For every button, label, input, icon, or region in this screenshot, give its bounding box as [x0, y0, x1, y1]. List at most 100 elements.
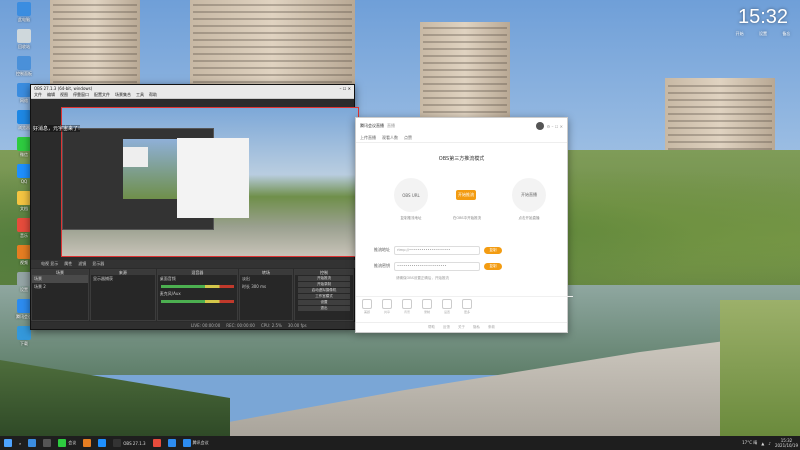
search-button[interactable]: ⌕: [17, 438, 23, 448]
copy-button[interactable]: 复制: [484, 262, 502, 270]
scene-item[interactable]: 场景: [32, 275, 88, 283]
app-icon: [17, 164, 31, 178]
sub-item: 点赞: [404, 135, 412, 140]
app-icon: [17, 191, 31, 205]
app-tab[interactable]: 直播: [387, 123, 395, 129]
step-label: 开始推流: [458, 192, 474, 197]
menu-item[interactable]: 场景集合: [115, 92, 131, 98]
taskbar-label: 会议: [68, 440, 77, 445]
field-label: 推流密钥: [374, 263, 390, 268]
app-icon: [17, 218, 31, 232]
toolbar-item[interactable]: 属性: [64, 261, 72, 267]
app-icon: [17, 326, 31, 340]
desktop-icon-label: 控制面板: [16, 71, 32, 76]
clock-action[interactable]: 设置: [759, 31, 767, 37]
taskbar: ⌕ 会议 OBS 27.1.3 腾讯会议 17°C 晴 ▲ ♪ 15:32 2021…: [0, 436, 800, 450]
desktop-icon[interactable]: 此电脑: [2, 2, 46, 26]
obs-titlebar[interactable]: OBS 27.1.3 (64-bit, windows) – ☐ ✕: [31, 85, 354, 92]
app-icon: [17, 299, 31, 313]
toolbar-button[interactable]: 录制: [422, 299, 432, 314]
window-controls[interactable]: – ☐ ✕: [340, 86, 351, 91]
desktop-clock-widget: 15:32 开始 设置 备忘: [728, 6, 798, 37]
start-button[interactable]: [2, 438, 14, 448]
toolbar-button[interactable]: 背景: [402, 299, 412, 314]
network-icon[interactable]: ▲: [761, 441, 764, 446]
toolbar-item[interactable]: 电视 显示: [41, 261, 58, 267]
taskbar-item[interactable]: [81, 438, 93, 448]
app-icon: [98, 439, 107, 447]
audio-meter[interactable]: [160, 285, 234, 288]
stream-url-field[interactable]: rtmp://••••••••••••••••••••: [394, 245, 480, 255]
control-button[interactable]: 开始推流: [298, 276, 350, 281]
menu-item[interactable]: 帮助: [149, 92, 157, 98]
taskbar-item[interactable]: [96, 438, 108, 448]
toolbar-button[interactable]: 共享: [382, 299, 392, 314]
system-tray: 17°C 晴 ▲ ♪ 15:32 2021/10/19: [742, 436, 798, 450]
toolbar-button[interactable]: 更多: [462, 299, 472, 314]
desktop-icon-label: 下载: [20, 341, 28, 346]
step-active[interactable]: 开始推流: [456, 190, 476, 200]
mixer-dock: 混音器 桌面音频 麦克风/Aux: [156, 269, 238, 321]
footer-link[interactable]: 条款: [488, 325, 495, 330]
taskbar-item[interactable]: 会议: [56, 438, 78, 448]
volume-icon[interactable]: ♪: [768, 441, 771, 446]
step-caption: 点击开始直播: [518, 216, 540, 220]
toolbar-button[interactable]: 美颜: [362, 299, 372, 314]
control-button[interactable]: 退出: [298, 306, 350, 311]
copy-button[interactable]: 复制: [484, 246, 502, 254]
menu-item[interactable]: 配置文件: [94, 92, 110, 98]
tray-clock[interactable]: 15:32 2021/10/19: [775, 438, 798, 448]
menu-item[interactable]: 停靠窗口: [73, 92, 89, 98]
app-icon: [182, 439, 191, 447]
audio-meter[interactable]: [160, 300, 234, 303]
stream-key-field[interactable]: ••••••••••••••••••••••••: [394, 261, 480, 271]
control-button[interactable]: 启动虚拟摄像机: [298, 288, 350, 293]
app-icon: [17, 2, 31, 16]
footer-link[interactable]: 反馈: [443, 325, 450, 330]
window-controls[interactable]: ⚙ – ☐ ✕: [547, 124, 563, 129]
taskbar-item[interactable]: OBS 27.1.3: [111, 438, 147, 448]
transition-duration[interactable]: 时长 300 ms: [240, 283, 292, 291]
menu-item[interactable]: 视图: [60, 92, 68, 98]
menu-item[interactable]: 文件: [34, 92, 42, 98]
scene-item[interactable]: 场景 2: [32, 283, 88, 291]
desktop-icon[interactable]: 控制面板: [2, 56, 46, 80]
taskbar-item[interactable]: 腾讯会议: [181, 438, 211, 448]
taskbar-item[interactable]: [41, 438, 53, 448]
step-caption: 复制推流地址: [400, 216, 422, 220]
control-button[interactable]: 工作室模式: [298, 294, 350, 299]
footer-link[interactable]: 关于: [458, 325, 465, 330]
clock-action[interactable]: 备忘: [782, 31, 790, 37]
weather[interactable]: 17°C 晴: [742, 440, 757, 446]
clock-action[interactable]: 开始: [736, 31, 744, 37]
transition-select[interactable]: 淡出: [240, 275, 292, 283]
footer-link[interactable]: 隐私: [473, 325, 480, 330]
taskbar-item[interactable]: [151, 438, 163, 448]
status-item: 30.00 fps: [287, 323, 307, 328]
source-item[interactable]: 显示器捕获: [91, 275, 155, 283]
menu-item[interactable]: 工具: [136, 92, 144, 98]
desktop-icon-label: 网络: [20, 98, 28, 103]
footer-link[interactable]: 帮助: [428, 325, 435, 330]
app-icon: [58, 439, 67, 447]
toolbar-icon: [422, 299, 432, 309]
desktop-icon-label: 回收站: [18, 44, 30, 49]
avatar[interactable]: [535, 122, 544, 130]
toolbar-label: 更多: [463, 310, 470, 314]
toolbar-item[interactable]: 滤镜: [78, 261, 86, 267]
taskbar-item[interactable]: [26, 438, 38, 448]
control-button[interactable]: 开始录制: [298, 282, 350, 287]
obs-preview[interactable]: [61, 107, 359, 257]
menu-item[interactable]: 编辑: [47, 92, 55, 98]
taskbar-item[interactable]: [166, 438, 178, 448]
desktop-icon[interactable]: 回收站: [2, 29, 46, 53]
toolbar-label: 背景: [403, 310, 410, 314]
taskbar-label: 腾讯会议: [192, 440, 209, 445]
stream-url-row: 推流地址 rtmp://•••••••••••••••••••• 复制: [374, 245, 554, 255]
control-button[interactable]: 设置: [298, 300, 350, 305]
toolbar-item[interactable]: 显示器: [92, 261, 104, 267]
app-icon: [83, 439, 92, 447]
scenes-dock: 场景 场景 场景 2: [31, 269, 89, 321]
toolbar-button[interactable]: 设置: [442, 299, 452, 314]
toolbar-icon: [402, 299, 412, 309]
